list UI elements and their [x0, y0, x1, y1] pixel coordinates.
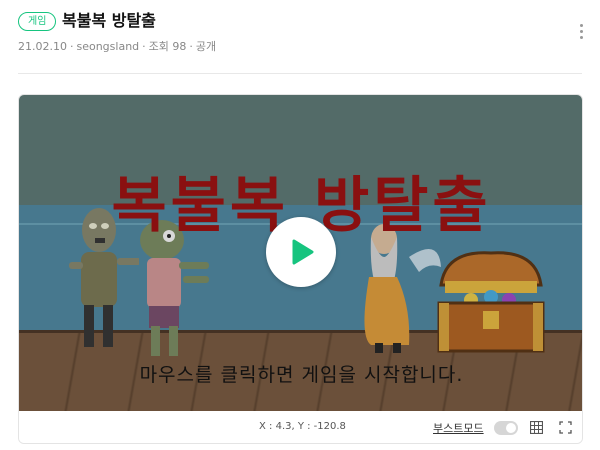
grid-icon[interactable] [530, 421, 543, 434]
post-meta: 21.02.10 · seongsland · 조회 98 · 공개 [18, 40, 216, 54]
post-date: 21.02.10 [18, 40, 67, 53]
post-views: 조회 98 [148, 40, 187, 53]
cursor-coordinates: X : 4.3, Y : -120.8 [259, 421, 346, 432]
post-title: 복불복 방탈출 [62, 11, 156, 30]
game-player: 복불복 방탈출 마우스를 클릭하면 게임을 시작합니다. X : 4.3, Y … [18, 94, 583, 444]
meta-separator: · [69, 40, 74, 53]
post-header: 게임 복불복 방탈출 21.02.10 · seongsland · 조회 98 · 공개 [18, 10, 590, 58]
game-canvas[interactable]: 복불복 방탈출 마우스를 클릭하면 게임을 시작합니다. [19, 95, 582, 411]
divider [18, 73, 582, 74]
play-icon [292, 239, 314, 265]
fullscreen-icon[interactable] [559, 421, 572, 434]
more-vertical-icon[interactable] [579, 24, 585, 40]
start-instruction-text: 마우스를 클릭하면 게임을 시작합니다. [139, 364, 464, 386]
meta-separator: · [189, 40, 193, 53]
post-visibility: 공개 [195, 40, 217, 53]
boost-mode-label[interactable]: 부스트모드 [433, 420, 484, 436]
boost-mode-toggle[interactable] [494, 421, 518, 435]
player-controlbar: X : 4.3, Y : -120.8 부스트모드 [19, 411, 582, 443]
category-tag[interactable]: 게임 [18, 12, 57, 31]
play-button[interactable] [266, 217, 336, 287]
meta-separator: · [142, 40, 146, 53]
post-author[interactable]: seongsland [76, 40, 139, 53]
